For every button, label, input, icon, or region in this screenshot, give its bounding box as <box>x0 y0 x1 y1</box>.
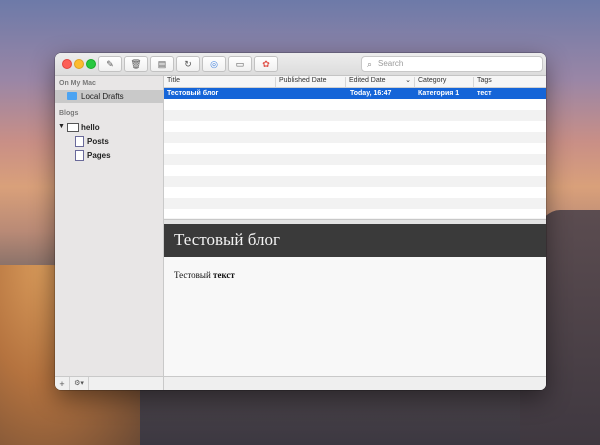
bottom-bar <box>164 376 546 390</box>
blog-window-icon <box>67 123 79 132</box>
table-row-empty <box>164 165 546 176</box>
table-row-empty <box>164 154 546 165</box>
document-icon[interactable]: ▤ <box>150 56 174 72</box>
compose-icon[interactable]: ✎ <box>98 56 122 72</box>
search-icon: ⌕ <box>367 59 373 69</box>
pages-document-icon <box>75 150 84 161</box>
cell-tags: тест <box>477 90 492 97</box>
sidebar-item-pages[interactable]: Pages <box>55 149 163 162</box>
sidebar: On My Mac Local Drafts Blogs ▼ hello Pos… <box>55 76 164 376</box>
photos-icon[interactable]: ✿ <box>254 56 278 72</box>
sidebar-item-label: Pages <box>87 151 111 160</box>
sidebar-footer: + ⚙▾ <box>55 376 164 390</box>
sidebar-item-local-drafts[interactable]: Local Drafts <box>55 90 163 103</box>
column-tags[interactable]: Tags <box>474 77 546 87</box>
minimize-window-button[interactable] <box>74 59 84 69</box>
refresh-icon[interactable]: ↻ <box>176 56 200 72</box>
sort-chevron-icon: ⌄ <box>405 77 411 84</box>
close-window-button[interactable] <box>62 59 72 69</box>
preview-body-bold: текст <box>213 270 235 280</box>
search-placeholder: Search <box>378 59 404 68</box>
column-title[interactable]: Title <box>164 77 276 87</box>
cell-category: Категория 1 <box>418 90 460 97</box>
post-preview: Тестовый блог Тестовый текст <box>164 224 546 376</box>
column-category[interactable]: Category <box>415 77 474 87</box>
zoom-window-button[interactable] <box>86 59 96 69</box>
table-row-empty <box>164 121 546 132</box>
column-edited-date[interactable]: Edited Date ⌄ <box>346 77 415 87</box>
layout-icon[interactable]: ▭ <box>228 56 252 72</box>
preview-header: Тестовый блог <box>164 224 546 257</box>
disclosure-triangle-icon[interactable]: ▼ <box>58 123 65 130</box>
sidebar-section-mac: On My Mac <box>59 80 96 87</box>
app-window: ✎ 🗑 ▤ ↻ ◎ ▭ ✿ ⌕ Search On My Mac Local D… <box>55 53 546 390</box>
posts-document-icon <box>75 136 84 147</box>
search-field[interactable]: ⌕ Search <box>361 56 543 72</box>
table-row-empty <box>164 110 546 121</box>
sidebar-item-label: hello <box>81 123 100 132</box>
posts-table: Title Published Date Edited Date ⌄ Categ… <box>164 76 546 218</box>
sidebar-section-blogs: Blogs <box>59 110 79 117</box>
preview-heading: Тестовый блог <box>174 230 280 249</box>
browser-icon[interactable]: ◎ <box>202 56 226 72</box>
table-header: Title Published Date Edited Date ⌄ Categ… <box>164 76 546 88</box>
table-row[interactable]: Тестовый блог Today, 16:47 Категория 1 т… <box>164 88 546 99</box>
table-row-empty <box>164 143 546 154</box>
table-row-empty <box>164 99 546 110</box>
table-row-empty <box>164 176 546 187</box>
sidebar-item-posts[interactable]: Posts <box>55 135 163 148</box>
table-row-empty <box>164 187 546 198</box>
sidebar-item-label: Posts <box>87 137 109 146</box>
trash-icon[interactable]: 🗑 <box>124 56 148 72</box>
gear-icon[interactable]: ⚙▾ <box>70 377 89 390</box>
preview-body-text: Тестовый <box>174 270 214 280</box>
cell-edited: Today, 16:47 <box>350 90 392 97</box>
table-row-empty <box>164 198 546 209</box>
add-button[interactable]: + <box>55 377 70 390</box>
sidebar-item-blog-hello[interactable]: ▼ hello <box>55 121 163 134</box>
preview-body: Тестовый текст <box>174 270 235 280</box>
toolbar: ✎ 🗑 ▤ ↻ ◎ ▭ ✿ ⌕ Search <box>55 53 546 76</box>
table-row-empty <box>164 132 546 143</box>
column-published-date[interactable]: Published Date <box>276 77 346 87</box>
table-row-empty <box>164 209 546 218</box>
sidebar-item-label: Local Drafts <box>81 92 124 101</box>
folder-icon <box>67 92 77 100</box>
cell-title: Тестовый блог <box>167 90 219 97</box>
column-edited-date-label: Edited Date <box>349 77 386 84</box>
